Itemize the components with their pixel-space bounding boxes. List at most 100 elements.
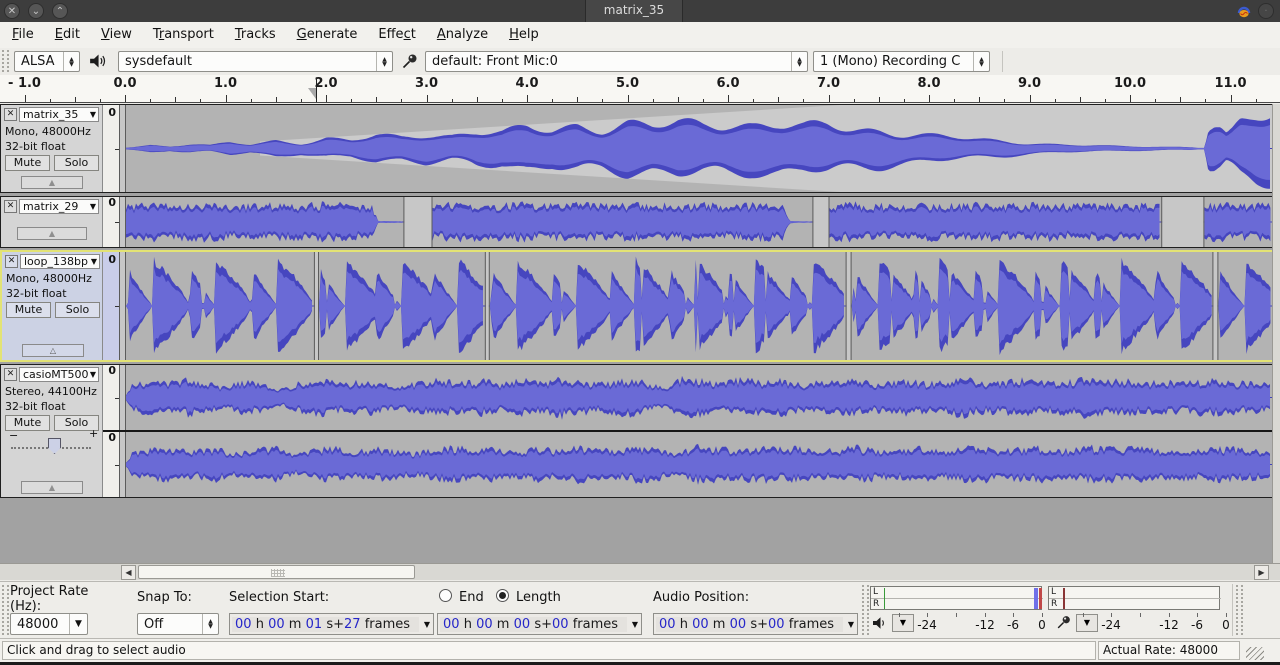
track-waveform-casioMT500-ch1[interactable] <box>120 365 1272 430</box>
track-mute-button[interactable]: Mute <box>5 155 50 171</box>
selection-length-field[interactable]: 00 h 00 m 00 s+00 frames▼ <box>437 613 642 635</box>
menu-effect[interactable]: Effect <box>369 22 424 47</box>
menu-file[interactable]: File <box>3 22 43 47</box>
track-waveform-matrix_29[interactable] <box>120 197 1272 247</box>
toolbar-grip-handle[interactable] <box>2 50 9 72</box>
track-name-menu[interactable]: matrix_35▼ <box>19 107 99 122</box>
recording-meter-menu-icon[interactable]: ▼ <box>1076 614 1098 632</box>
track-name-menu[interactable]: matrix_29▼ <box>19 199 99 214</box>
track-waveform-casioMT500-ch2[interactable] <box>120 432 1272 497</box>
selection-end-radio[interactable] <box>439 589 452 602</box>
menu-tracks[interactable]: Tracks <box>226 22 285 47</box>
menu-transport[interactable]: Transport <box>144 22 223 47</box>
ruler-tick <box>1004 99 1005 102</box>
selection-length-radio[interactable] <box>496 589 509 602</box>
ruler-tick <box>829 95 830 102</box>
track-solo-button[interactable]: Solo <box>54 155 99 171</box>
track-close-icon[interactable]: ✕ <box>4 368 17 381</box>
speaker-icon[interactable] <box>872 615 888 635</box>
track-waveform-matrix_35[interactable] <box>120 105 1272 192</box>
track-mute-button[interactable]: Mute <box>6 302 51 318</box>
menu-help[interactable]: Help <box>500 22 548 47</box>
meter-scale-label: -6 <box>1191 618 1203 632</box>
menu-generate[interactable]: Generate <box>288 22 367 47</box>
track-info: Stereo, 44100Hz <box>5 385 97 398</box>
time-digits[interactable]: 00 h 00 m 01 s+27 frames <box>232 617 419 632</box>
audio-position-field[interactable]: 00 h 00 m 00 s+00 frames▼ <box>653 613 858 635</box>
scroll-right-icon[interactable]: ▶ <box>1254 565 1269 580</box>
recording-device-select[interactable]: default: Front Mic:0 ▲▼ <box>425 51 808 72</box>
window-close-icon[interactable]: ✕ <box>4 3 20 19</box>
window-unshade-icon[interactable]: ⌃ <box>52 3 68 19</box>
recording-channels-select[interactable]: 1 (Mono) Recording C ▲▼ <box>813 51 990 72</box>
microphone-icon[interactable] <box>1055 613 1073 635</box>
timeline-ruler[interactable]: - 1.00.01.02.03.04.05.06.07.08.09.010.01… <box>0 75 1280 103</box>
track-panel-matrix_35: ✕matrix_35▼Mono, 48000Hz32-bit floatMute… <box>1 105 103 192</box>
playback-meter-menu-icon[interactable]: ▼ <box>892 614 914 632</box>
track-name-menu[interactable]: casioMT500▼ <box>19 367 99 382</box>
meter-scale-tick <box>927 613 928 617</box>
meter-scale-tick <box>956 613 957 617</box>
playback-meter[interactable]: LR <box>870 586 1042 610</box>
dropdown-arrow-icon: ▼ <box>629 620 641 629</box>
window-shade-icon[interactable]: ⌄ <box>28 3 44 19</box>
horizontal-scroll-thumb[interactable] <box>138 565 415 579</box>
window-resize-grip[interactable] <box>1246 647 1264 660</box>
time-digits[interactable]: 00 h 00 m 00 s+00 frames <box>440 617 627 632</box>
vertical-ruler[interactable]: 0 <box>103 432 120 497</box>
track-close-icon[interactable]: ✕ <box>4 108 17 121</box>
ruler-tick <box>954 99 955 102</box>
ruler-tick <box>854 99 855 102</box>
track-collapse-button[interactable]: ▲ <box>21 481 83 494</box>
gain-slider-thumb[interactable] <box>48 438 61 454</box>
track-info: Mono, 48000Hz <box>6 272 92 285</box>
track-close-icon[interactable]: ✕ <box>4 200 17 213</box>
ruler-tick <box>979 97 980 102</box>
gain-minus-label: − <box>9 429 18 442</box>
ruler-tick <box>653 99 654 102</box>
selection-start-label: Selection Start: <box>229 590 329 605</box>
spinner-icon: ▲▼ <box>202 614 218 634</box>
track-waveform-loop_138bp[interactable] <box>120 252 1272 360</box>
spinner-icon: ▲▼ <box>973 52 989 71</box>
menu-edit[interactable]: Edit <box>46 22 89 47</box>
time-digits[interactable]: 00 h 00 m 00 s+00 frames <box>656 617 843 632</box>
toolbar-separator <box>1002 51 1003 72</box>
track-collapse-button[interactable]: ▲ <box>21 176 83 189</box>
track-expand-button[interactable]: ▲ <box>17 227 87 240</box>
ruler-label: 10.0 <box>1114 76 1146 91</box>
vertical-scrollbar[interactable] <box>1272 104 1280 563</box>
vertical-ruler[interactable]: 0 <box>103 105 120 192</box>
ruler-tick <box>301 99 302 102</box>
playback-device-select[interactable]: sysdefault ▲▼ <box>118 51 393 72</box>
ruler-tick <box>1231 95 1232 102</box>
track-panel-matrix_29: ✕matrix_29▼ ▲ <box>1 197 103 247</box>
toolbar-grip-handle[interactable] <box>1236 585 1243 635</box>
track-row-casioMT500: ✕casioMT500▼Stereo, 44100Hz32-bit floatM… <box>0 364 1273 498</box>
window-menu-icon[interactable]: · <box>1258 3 1274 19</box>
recording-meter[interactable]: LR <box>1048 586 1220 610</box>
toolbar-grip-handle[interactable] <box>2 585 9 635</box>
toolbar-grip-handle[interactable] <box>862 585 869 635</box>
vertical-ruler[interactable]: 0 <box>103 197 120 247</box>
project-rate-select[interactable]: 48000 ▼ <box>10 613 88 635</box>
status-message: Click and drag to select audio <box>2 641 1096 660</box>
menu-analyze[interactable]: Analyze <box>428 22 497 47</box>
meter-scale-tick <box>1197 613 1198 617</box>
track-solo-button[interactable]: Solo <box>55 302 100 318</box>
meter-scale-tick <box>899 613 900 617</box>
menu-view[interactable]: View <box>92 22 141 47</box>
scroll-left-icon[interactable]: ◀ <box>121 565 136 580</box>
meter-scale-label: -24 <box>917 618 937 632</box>
track-collapse-button[interactable]: △ <box>22 344 84 357</box>
selection-start-field[interactable]: 00 h 00 m 01 s+27 frames▼ <box>229 613 434 635</box>
track-name-menu[interactable]: loop_138bp▼ <box>20 254 100 269</box>
track-info: Mono, 48000Hz <box>5 125 91 138</box>
vertical-ruler[interactable]: 0 <box>103 365 120 430</box>
track-close-icon[interactable]: ✕ <box>5 255 18 268</box>
ruler-tick <box>1155 99 1156 102</box>
snap-to-select[interactable]: Off ▲▼ <box>137 613 219 635</box>
audio-host-select[interactable]: ALSA ▲▼ <box>14 51 80 72</box>
vertical-ruler[interactable]: 0 <box>103 252 120 360</box>
horizontal-scrollbar[interactable]: ◀▶ <box>0 563 1280 580</box>
